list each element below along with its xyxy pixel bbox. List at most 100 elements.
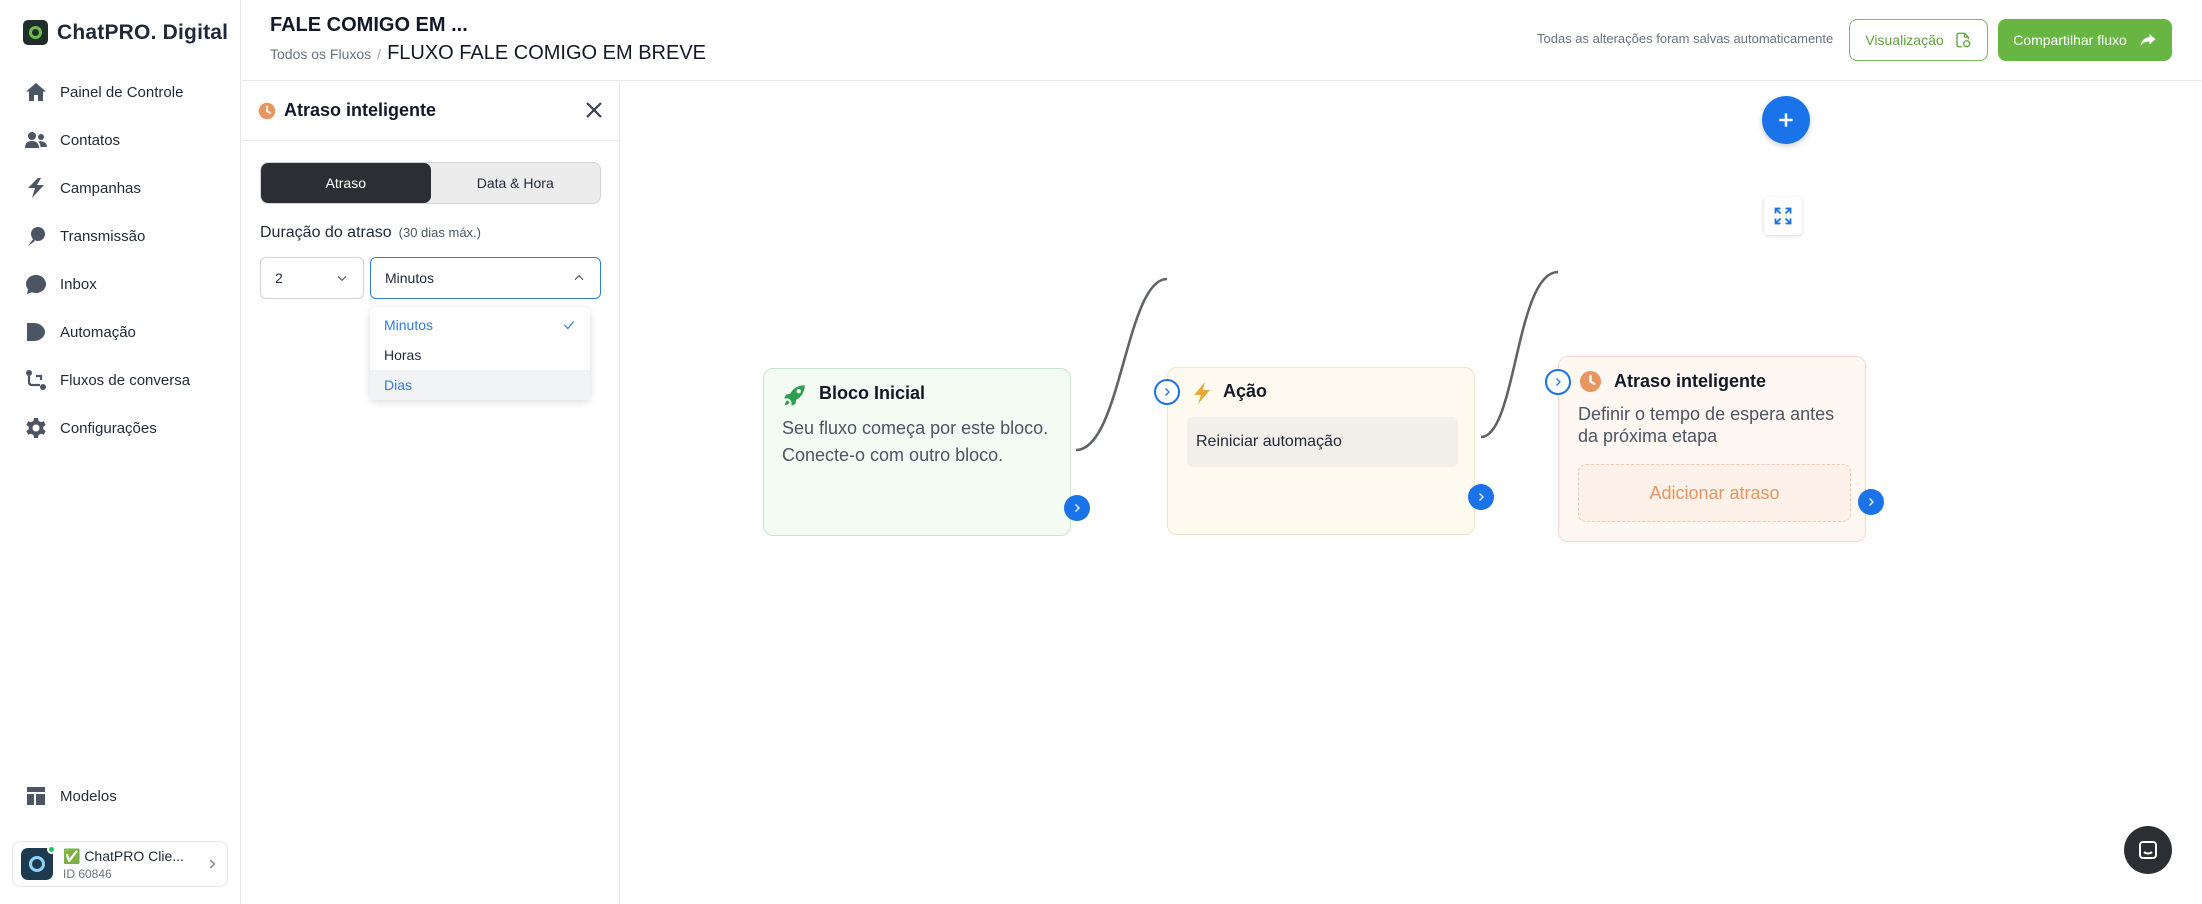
edge-start-to-action <box>1075 277 1168 452</box>
bolt-icon <box>28 178 44 198</box>
action-input-port[interactable] <box>1154 379 1180 405</box>
sidebar-item-configuracoes[interactable]: Configurações <box>24 413 157 443</box>
unit-option-label: Horas <box>384 347 422 363</box>
page-title: FALE COMIGO EM ... <box>270 14 468 36</box>
logo-icon <box>23 20 48 45</box>
unit-option-minutos[interactable]: Minutos <box>370 310 590 340</box>
chevron-right-icon <box>1869 498 1874 506</box>
node-title: Atraso inteligente <box>1614 371 1767 391</box>
sidebar-item-automacao[interactable]: Automação <box>24 317 136 347</box>
delay-amount-value: 2 <box>275 270 283 286</box>
delay-unit-dropdown: Minutos Horas Dias <box>370 307 590 400</box>
edge-action-to-delay <box>1480 270 1559 439</box>
expand-icon <box>1774 207 1792 225</box>
sidebar-item-label: Painel de Controle <box>60 83 184 101</box>
account-switcher[interactable]: ✅ ChatPRO Clie... ID 60846 <box>12 841 228 887</box>
chevron-right-icon <box>209 859 216 869</box>
flow-icon <box>26 370 46 390</box>
flow-canvas[interactable]: Bloco Inicial Seu fluxo começa por este … <box>621 82 2202 904</box>
action-restart-automation[interactable]: Reiniciar automação <box>1187 417 1458 467</box>
lightning-icon <box>1194 382 1210 404</box>
action-output-port[interactable] <box>1468 484 1494 510</box>
fit-view-button[interactable] <box>1764 197 1802 235</box>
sidebar-item-contatos[interactable]: Contatos <box>24 125 120 155</box>
sidebar: ChatPRO. Digital Painel de Controle Cont… <box>0 0 241 904</box>
close-icon <box>586 102 602 118</box>
brand-logo[interactable]: ChatPRO. Digital <box>23 20 228 45</box>
breadcrumb-current: FLUXO FALE COMIGO EM BREVE <box>387 42 707 64</box>
account-id: ID 60846 <box>63 866 112 881</box>
duration-label-text: Duração do atraso <box>260 224 392 241</box>
delay-unit-select[interactable]: Minutos <box>370 257 601 299</box>
users-icon <box>25 132 47 148</box>
clock-icon <box>1579 370 1602 393</box>
start-output-port[interactable] <box>1064 495 1090 521</box>
panel-header: Atraso inteligente <box>242 82 620 141</box>
top-bar: FALE COMIGO EM ... Todos os Fluxos / FLU… <box>242 0 2202 81</box>
broadcast-icon <box>28 227 45 246</box>
smart-delay-node[interactable]: Atraso inteligente Definir o tempo de es… <box>1558 356 1866 542</box>
node-title: Bloco Inicial <box>819 383 926 403</box>
chat-icon <box>2139 841 2157 859</box>
sidebar-item-modelos[interactable]: Modelos <box>24 781 117 811</box>
delay-output-port[interactable] <box>1858 489 1884 515</box>
duration-label: Duração do atraso (30 dias máx.) <box>260 224 481 242</box>
brand-name: ChatPRO. Digital <box>57 20 229 44</box>
share-flow-button[interactable]: Compartilhar fluxo <box>1998 19 2172 61</box>
unit-option-label: Minutos <box>384 317 434 333</box>
delay-amount-select[interactable]: 2 <box>260 257 364 299</box>
sidebar-item-label: Automação <box>60 323 136 341</box>
plus-icon <box>1779 113 1793 127</box>
action-block-node[interactable]: Ação Reiniciar automação <box>1167 367 1475 535</box>
home-icon <box>26 83 46 101</box>
chevron-down-icon <box>337 275 347 282</box>
sidebar-item-label: Contatos <box>60 131 121 149</box>
breadcrumb: Todos os Fluxos / FLUXO FALE COMIGO EM B… <box>270 42 706 65</box>
chevron-right-icon <box>1479 493 1484 501</box>
tab-data-hora[interactable]: Data & Hora <box>431 163 601 203</box>
add-delay-button[interactable]: Adicionar atraso <box>1578 464 1851 522</box>
autosave-status: Todas as alterações foram salvas automat… <box>1537 31 1834 46</box>
unit-option-label: Dias <box>384 377 413 393</box>
breadcrumb-separator: / <box>377 46 382 62</box>
preview-icon <box>1955 32 1971 48</box>
unit-option-dias[interactable]: Dias <box>370 370 590 400</box>
chevron-up-icon <box>574 274 584 281</box>
add-block-button[interactable] <box>1762 96 1810 144</box>
chat-bubble-icon <box>26 275 46 294</box>
close-panel-button[interactable] <box>582 98 606 122</box>
support-chat-button[interactable] <box>2124 826 2172 874</box>
sidebar-item-painel[interactable]: Painel de Controle <box>24 77 183 107</box>
panel-title: Atraso inteligente <box>284 100 437 120</box>
duration-hint: (30 dias máx.) <box>398 225 482 240</box>
preview-button-label: Visualização <box>1865 32 1944 48</box>
tab-atraso[interactable]: Atraso <box>261 163 431 203</box>
node-title: Ação <box>1223 381 1268 401</box>
delay-settings-panel: Atraso inteligente Atraso Data & Hora Du… <box>242 82 620 904</box>
account-name: ✅ ChatPRO Clie... <box>63 847 184 864</box>
check-icon <box>563 321 575 330</box>
delay-input-port[interactable] <box>1545 369 1571 395</box>
delay-unit-value: Minutos <box>385 270 435 286</box>
breadcrumb-root-link[interactable]: Todos os Fluxos <box>270 46 371 62</box>
sidebar-item-inbox[interactable]: Inbox <box>24 269 97 299</box>
sidebar-item-label: Transmissão <box>60 227 146 245</box>
sidebar-item-fluxos[interactable]: Fluxos de conversa <box>24 365 190 395</box>
sidebar-item-label: Campanhas <box>60 179 141 197</box>
unit-option-horas[interactable]: Horas <box>370 340 590 370</box>
sidebar-item-transmissao[interactable]: Transmissão <box>24 221 145 251</box>
avatar <box>21 845 56 880</box>
share-button-label: Compartilhar fluxo <box>2013 32 2127 48</box>
automation-icon <box>27 323 45 341</box>
start-block-node[interactable]: Bloco Inicial Seu fluxo começa por este … <box>763 368 1071 536</box>
share-arrow-icon <box>2140 34 2156 46</box>
node-description: Seu fluxo começa por este bloco. Conecte… <box>782 418 1049 465</box>
chevron-right-icon <box>1165 388 1170 396</box>
chevron-right-icon <box>1556 378 1561 386</box>
clock-icon <box>258 102 276 120</box>
sidebar-item-campanhas[interactable]: Campanhas <box>24 173 141 203</box>
preview-button[interactable]: Visualização <box>1849 19 1988 61</box>
chevron-right-icon <box>1075 504 1080 512</box>
online-status-dot <box>47 845 56 854</box>
sidebar-item-label: Configurações <box>60 419 157 437</box>
